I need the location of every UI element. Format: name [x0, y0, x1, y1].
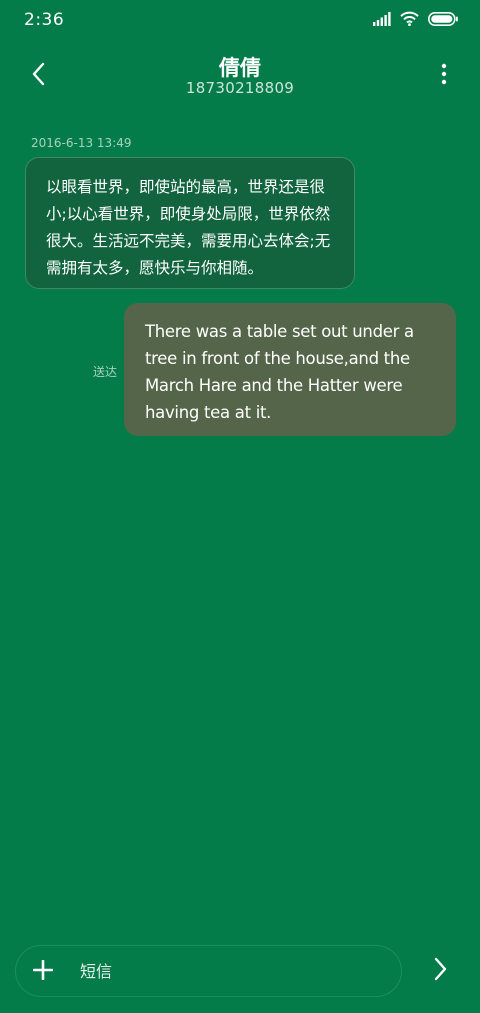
- more-vertical-icon: [441, 63, 447, 89]
- wifi-icon: [400, 11, 419, 30]
- incoming-message-bubble[interactable]: 以眼看世界，即使站的最高，世界还是很小;以心看世界，即使身处局限，世界依然很大。…: [25, 157, 355, 289]
- delivery-status: 送达: [93, 365, 118, 379]
- incoming-message-text: 以眼看世界，即使站的最高，世界还是很小;以心看世界，即使身处局限，世界依然很大。…: [46, 178, 331, 277]
- outgoing-message-bubble[interactable]: There was a table set out under a tree i…: [124, 303, 456, 436]
- chevron-right-icon: [434, 957, 448, 985]
- message-input[interactable]: [80, 946, 380, 996]
- conversation-header: 倩倩 18730218809: [0, 44, 480, 112]
- battery-icon: [428, 11, 458, 30]
- status-bar: 2:36: [0, 0, 480, 44]
- signal-icon: [373, 11, 391, 30]
- contact-name: 倩倩: [219, 56, 261, 80]
- status-time: 2:36: [24, 10, 65, 30]
- message-timestamp: 2016-6-13 13:49: [31, 136, 132, 150]
- contact-phone-number: 18730218809: [185, 79, 295, 97]
- message-composer: [15, 945, 402, 997]
- more-options-button[interactable]: [432, 60, 456, 92]
- plus-icon: [32, 959, 54, 984]
- add-attachment-button[interactable]: [30, 959, 56, 985]
- send-button[interactable]: [427, 955, 455, 987]
- status-icons: [373, 11, 458, 30]
- outgoing-message-text: There was a table set out under a tree i…: [145, 322, 414, 422]
